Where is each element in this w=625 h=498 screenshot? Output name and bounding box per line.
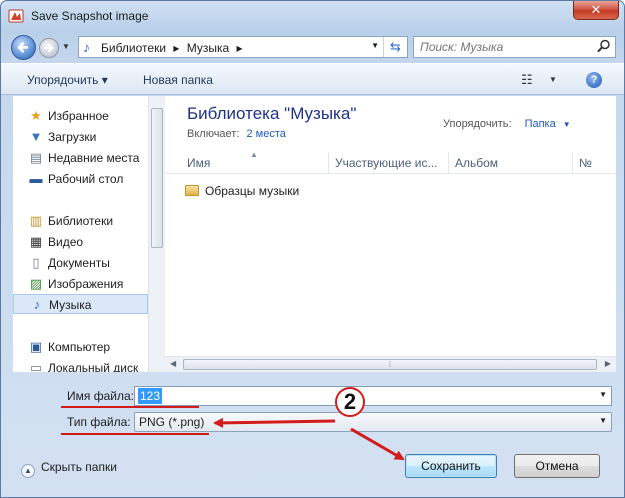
sidebar-item-desktop[interactable]: ▬ Рабочий стол bbox=[13, 169, 148, 189]
libraries-icon: ▥ bbox=[29, 213, 43, 228]
close-icon: ✕ bbox=[590, 2, 602, 17]
refresh-icon[interactable]: ⇆ bbox=[383, 37, 407, 57]
search-icon[interactable] bbox=[597, 39, 611, 53]
file-list-pane: Библиотека "Музыка" Включает: 2 места Уп… bbox=[165, 96, 616, 372]
back-button[interactable] bbox=[11, 35, 36, 60]
arrange-by: Упорядочить: Папка ▼ bbox=[443, 118, 571, 130]
column-album[interactable]: Альбом bbox=[449, 152, 573, 174]
navigation-scrollbar[interactable] bbox=[148, 96, 165, 372]
save-button[interactable]: Сохранить bbox=[405, 454, 497, 478]
command-bar: Упорядочить ▾ Новая папка ☷ ▼ ? bbox=[1, 63, 624, 95]
library-title: Библиотека "Музыка" bbox=[187, 104, 357, 123]
window-title: Save Snapshot image bbox=[31, 9, 149, 23]
save-dialog: Save Snapshot image ✕ ▼ ♪ Библиотеки ▸ М… bbox=[0, 0, 625, 498]
breadcrumb-separator[interactable]: ▸ bbox=[237, 41, 243, 55]
organize-button[interactable]: Упорядочить ▾ bbox=[27, 73, 108, 87]
search-input[interactable] bbox=[418, 39, 588, 55]
sidebar-item-libraries[interactable]: ▥ Библиотеки bbox=[13, 211, 148, 231]
help-icon[interactable]: ? bbox=[586, 72, 602, 88]
new-folder-button[interactable]: Новая папка bbox=[143, 73, 213, 87]
column-number[interactable]: № bbox=[573, 152, 616, 174]
sidebar-item-downloads[interactable]: ▼ Загрузки bbox=[13, 127, 148, 147]
scrollbar-thumb[interactable]: ⁞ bbox=[183, 359, 597, 370]
sidebar-item-recent-places[interactable]: ▤ Недавние места bbox=[13, 148, 148, 168]
list-item[interactable]: Образцы музыки bbox=[185, 184, 299, 202]
scrollbar-thumb[interactable] bbox=[151, 108, 163, 248]
hide-folders-button[interactable]: ▲ Скрыть папки bbox=[21, 460, 117, 478]
step-badge: 2 bbox=[335, 387, 365, 417]
sidebar-item-computer[interactable]: ▣ Компьютер bbox=[13, 337, 148, 357]
filename-combobox[interactable]: ▼ bbox=[134, 386, 612, 406]
chevron-down-icon[interactable]: ▼ bbox=[371, 41, 379, 50]
column-name[interactable]: Имя bbox=[181, 152, 329, 174]
address-bar[interactable]: ♪ Библиотеки ▸ Музыка ▸ ▼ ⇆ bbox=[78, 36, 408, 58]
chevron-up-icon: ▲ bbox=[21, 464, 35, 478]
arrange-by-dropdown[interactable]: Папка bbox=[525, 118, 556, 130]
sidebar-item-pictures[interactable]: ▨ Изображения bbox=[13, 274, 148, 294]
annotation-underline bbox=[61, 406, 199, 408]
computer-icon: ▣ bbox=[29, 339, 43, 354]
sidebar-item-favorites[interactable]: ★ Избранное bbox=[13, 106, 148, 126]
breadcrumb: Библиотеки ▸ Музыка ▸ bbox=[101, 41, 247, 55]
breadcrumb-separator[interactable]: ▸ bbox=[173, 41, 179, 55]
filetype-select[interactable]: PNG (*.png) ▼ bbox=[134, 412, 612, 432]
navigation-pane: ★ Избранное ▼ Загрузки ▤ Недавние места … bbox=[13, 96, 165, 372]
navigation-bar: ▼ ♪ Библиотеки ▸ Музыка ▸ ▼ ⇆ bbox=[1, 31, 624, 63]
desktop-icon: ▬ bbox=[29, 171, 43, 186]
filetype-value: PNG (*.png) bbox=[139, 415, 205, 429]
filetype-label: Тип файла: bbox=[67, 415, 131, 429]
arrow-to-save bbox=[350, 427, 405, 461]
chevron-down-icon[interactable]: ▼ bbox=[563, 120, 571, 129]
scroll-right-icon[interactable]: ▶ bbox=[605, 359, 611, 368]
recent-places-icon: ▤ bbox=[29, 150, 43, 165]
cancel-button[interactable]: Отмена bbox=[514, 454, 600, 478]
video-icon: ▦ bbox=[29, 234, 43, 249]
downloads-folder-icon: ▼ bbox=[29, 129, 43, 144]
app-icon bbox=[8, 9, 24, 23]
library-includes: Включает: 2 места bbox=[187, 128, 286, 140]
folder-icon bbox=[185, 185, 199, 196]
view-options-icon[interactable]: ☷ bbox=[521, 72, 533, 88]
chevron-down-icon[interactable]: ▼ bbox=[599, 416, 607, 425]
chevron-down-icon[interactable]: ▼ bbox=[599, 390, 607, 399]
close-button[interactable]: ✕ bbox=[573, 1, 619, 20]
filename-label: Имя файла: bbox=[67, 389, 134, 403]
sidebar-item-music[interactable]: ♪ Музыка bbox=[13, 294, 148, 314]
filename-input[interactable] bbox=[138, 388, 162, 404]
local-disk-icon: ▭ bbox=[29, 360, 43, 372]
documents-icon: ▯ bbox=[32, 255, 40, 270]
search-box[interactable] bbox=[413, 36, 616, 58]
title-bar: Save Snapshot image ✕ bbox=[1, 1, 624, 31]
column-headers: ▲ Имя Участвующие ис... Альбом № bbox=[165, 150, 616, 174]
annotation-underline bbox=[61, 433, 209, 435]
music-icon: ♪ bbox=[33, 297, 41, 312]
horizontal-scrollbar[interactable]: ◀ ⁞ ▶ bbox=[165, 356, 616, 372]
scroll-left-icon[interactable]: ◀ bbox=[170, 359, 176, 368]
music-library-icon: ♪ bbox=[83, 39, 90, 55]
pictures-icon: ▨ bbox=[29, 276, 43, 291]
breadcrumb-music[interactable]: Музыка bbox=[187, 41, 229, 55]
star-icon: ★ bbox=[30, 108, 42, 123]
arrow-right-icon bbox=[44, 43, 54, 53]
recent-pages-dropdown[interactable]: ▼ bbox=[62, 42, 70, 51]
sidebar-item-documents[interactable]: ▯ Документы bbox=[13, 253, 148, 273]
forward-button[interactable] bbox=[39, 38, 59, 58]
includes-locations-link[interactable]: 2 места bbox=[246, 128, 285, 140]
arrow-left-icon bbox=[17, 42, 29, 53]
chevron-down-icon[interactable]: ▼ bbox=[549, 75, 557, 84]
column-artists[interactable]: Участвующие ис... bbox=[329, 152, 449, 174]
sidebar-item-video[interactable]: ▦ Видео bbox=[13, 232, 148, 252]
breadcrumb-libraries[interactable]: Библиотеки bbox=[101, 41, 166, 55]
sidebar-item-local-disk[interactable]: ▭ Локальный диск bbox=[13, 358, 148, 372]
